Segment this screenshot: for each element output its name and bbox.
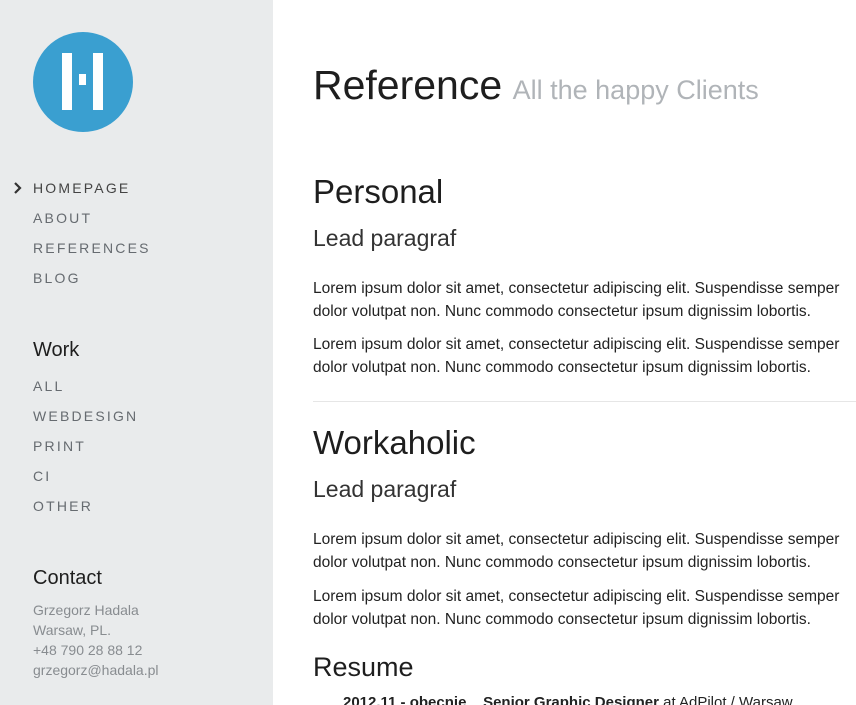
contact-name: Grzegorz Hadala [33,602,139,618]
paragraph-line: dolor volutpat non. Nunc commodo consect… [313,611,811,628]
resume-company: at AdPilot / Warsaw [663,694,793,705]
work-label: PRINT [33,438,86,454]
main-nav: HOMEPAGE ABOUT REFERENCES BLOG [14,180,151,301]
paragraph-line: Lorem ipsum dolor sit amet, consectetur … [313,336,840,353]
paragraph-line: dolor volutpat non. Nunc commodo consect… [313,359,811,376]
work-item-print[interactable]: PRINT [33,439,138,469]
resume-entry: 2012.11 - obecnie Senior Graphic Designe… [343,694,793,705]
nav-item-homepage[interactable]: HOMEPAGE [14,180,151,211]
paragraph: Lorem ipsum dolor sit amet, consectetur … [313,333,839,379]
work-item-other[interactable]: OTHER [33,499,138,529]
work-item-ci[interactable]: CI [33,469,138,499]
resume-dates: 2012.11 - obecnie [343,694,467,705]
section-heading-personal: Personal [313,173,444,210]
main-content: Reference All the happy Clients Personal… [313,0,856,705]
logo-bar-left [62,53,72,110]
contact-heading: Contact [33,567,102,589]
work-item-webdesign[interactable]: WEBDESIGN [33,409,138,439]
work-heading: Work [33,339,80,361]
page-title-text: Reference [313,62,503,108]
contact-block: Grzegorz Hadala Warsaw, PL. +48 790 28 8… [33,600,159,680]
lead-paragraph: Lead paragraf [313,476,457,502]
work-label: WEBDESIGN [33,408,139,424]
paragraph-line: dolor volutpat non. Nunc commodo consect… [313,303,811,320]
logo[interactable] [33,32,133,132]
paragraph: Lorem ipsum dolor sit amet, consectetur … [313,528,839,574]
nav-label: REFERENCES [33,240,151,256]
page-title: Reference All the happy Clients [313,62,759,109]
paragraph: Lorem ipsum dolor sit amet, consectetur … [313,277,839,323]
nav-label: HOMEPAGE [33,180,131,196]
section-divider [313,401,856,402]
chevron-right-icon [14,182,22,194]
work-label: CI [33,468,52,484]
paragraph: Lorem ipsum dolor sit amet, consectetur … [313,585,839,631]
nav-item-about[interactable]: ABOUT [33,211,151,241]
paragraph-line: dolor volutpat non. Nunc commodo consect… [313,554,811,571]
nav-item-references[interactable]: REFERENCES [33,241,151,271]
work-label: OTHER [33,498,93,514]
resume-role: Senior Graphic Designer [483,694,659,705]
work-label: ALL [33,378,65,394]
nav-item-blog[interactable]: BLOG [33,271,151,301]
paragraph-line: Lorem ipsum dolor sit amet, consectetur … [313,280,840,297]
work-nav: ALL WEBDESIGN PRINT CI OTHER [33,379,138,529]
section-heading-workaholic: Workaholic [313,424,476,461]
contact-email[interactable]: grzegorz@hadala.pl [33,660,159,680]
resume-heading: Resume [313,652,414,682]
page-subtitle: All the happy Clients [512,75,759,105]
lead-paragraph: Lead paragraf [313,225,457,251]
paragraph-line: Lorem ipsum dolor sit amet, consectetur … [313,588,840,605]
contact-city: Warsaw, PL. [33,622,112,638]
sidebar: HOMEPAGE ABOUT REFERENCES BLOG Work ALL … [0,0,273,705]
logo-bar-center [79,74,86,85]
logo-bar-right [93,53,103,110]
contact-phone[interactable]: +48 790 28 88 12 [33,640,159,660]
paragraph-line: Lorem ipsum dolor sit amet, consectetur … [313,531,840,548]
nav-label: BLOG [33,270,81,286]
work-item-all[interactable]: ALL [33,379,138,409]
nav-label: ABOUT [33,210,93,226]
